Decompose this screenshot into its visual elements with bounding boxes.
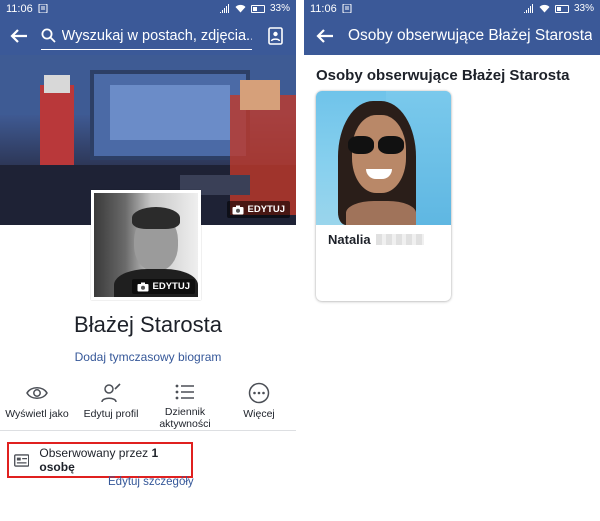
status-time: 11:06 [310, 2, 337, 15]
battery-icon [554, 4, 569, 13]
notification-icon [38, 4, 48, 13]
follower-name: Natalia [328, 232, 424, 247]
search-icon [41, 28, 56, 43]
edit-profile-label: Edytuj profil [83, 408, 139, 420]
follower-photo [316, 91, 451, 225]
edit-avatar-button[interactable]: EDYTUJ [131, 279, 195, 294]
edit-details-link[interactable]: Edytuj szczegóły [108, 476, 194, 488]
divider [0, 430, 296, 431]
search-input[interactable] [61, 27, 252, 44]
search-box[interactable] [40, 22, 252, 50]
edit-avatar-label: EDYTUJ [152, 281, 190, 292]
followers-row[interactable]: Obserwowany przez 1 osobę [7, 442, 193, 478]
eye-icon [26, 382, 48, 404]
blurred-surname [375, 234, 424, 245]
followers-screen: 11:06 33% Osoby obserwujące Błażej Staro… [304, 0, 600, 521]
profile-name: Błażej Starosta [74, 312, 222, 337]
edit-profile-icon [100, 382, 122, 404]
signal-icon [523, 4, 533, 13]
wifi-icon [539, 4, 550, 13]
followers-icon [14, 453, 30, 467]
back-arrow-icon[interactable] [312, 23, 338, 49]
profile-picture[interactable]: EDYTUJ [91, 190, 201, 300]
battery-level: 33% [573, 3, 594, 14]
camera-icon [232, 205, 244, 214]
contacts-icon[interactable] [264, 22, 288, 50]
section-title: Osoby obserwujące Błażej Starosta [316, 67, 570, 84]
followers-appbar: Osoby obserwujące Błażej Starosta [304, 17, 600, 55]
profile-actions: Wyświetl jako Edytuj profil Dziennik akt… [0, 382, 296, 430]
status-time: 11:06 [6, 2, 33, 15]
view-as-button[interactable]: Wyświetl jako [1, 382, 73, 430]
status-bar: 11:06 33% [304, 0, 600, 17]
battery-icon [250, 4, 265, 13]
followers-prefix: Obserwowany przez [39, 446, 152, 460]
follower-card[interactable]: Natalia [316, 91, 451, 301]
activity-log-button[interactable]: Dziennik aktywności [149, 382, 221, 430]
edit-profile-button[interactable]: Edytuj profil [75, 382, 147, 430]
search-appbar [0, 17, 296, 55]
add-bio-link[interactable]: Dodaj tymczasowy biogram [0, 350, 296, 364]
followers-text: Obserwowany przez 1 osobę [39, 446, 191, 474]
signal-icon [219, 4, 229, 13]
battery-level: 33% [269, 3, 290, 14]
profile-screen: 11:06 33% EDYTUJ [0, 0, 296, 521]
wifi-icon [235, 4, 246, 13]
avatar: EDYTUJ [94, 193, 198, 297]
status-bar: 11:06 33% [0, 0, 296, 17]
list-icon [174, 382, 196, 402]
appbar-title: Osoby obserwujące Błażej Starosta [347, 27, 592, 44]
more-button[interactable]: Więcej [223, 382, 295, 430]
notification-icon [342, 4, 352, 13]
more-label: Więcej [243, 408, 275, 420]
more-icon [248, 382, 270, 404]
edit-cover-label: EDYTUJ [247, 204, 285, 215]
follower-name-text: Natalia [328, 232, 371, 247]
edit-cover-button[interactable]: EDYTUJ [226, 201, 290, 218]
back-arrow-icon[interactable] [8, 23, 31, 49]
camera-icon [137, 282, 149, 291]
view-as-label: Wyświetl jako [5, 408, 69, 420]
activity-log-label: Dziennik aktywności [159, 406, 211, 430]
